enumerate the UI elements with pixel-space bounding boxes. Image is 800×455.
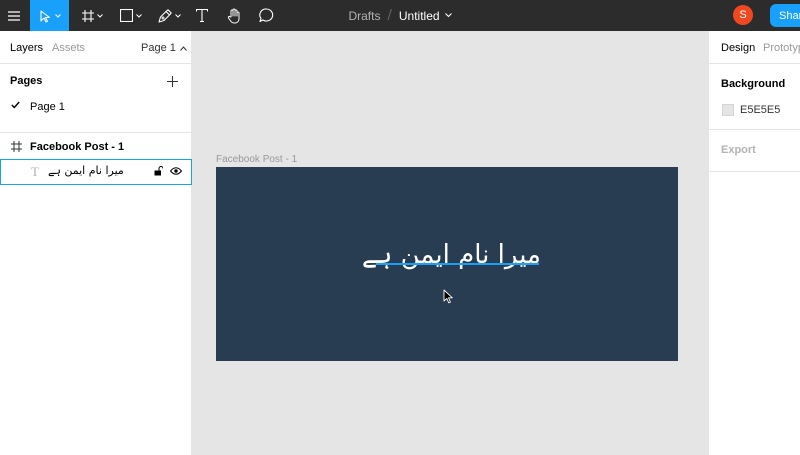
page-selector[interactable]: Page 1 (141, 42, 187, 54)
background-hex-input[interactable]: E5E5E5 (740, 104, 780, 116)
breadcrumb-separator: / (387, 8, 392, 23)
hamburger-icon (8, 10, 20, 21)
drafts-link[interactable]: Drafts (348, 9, 380, 23)
layer-text-label: میرا نام ایمن ہے (48, 164, 124, 177)
tab-design[interactable]: Design (721, 42, 755, 54)
divider (0, 132, 191, 133)
shape-tool-button[interactable] (114, 0, 147, 31)
divider (709, 129, 800, 130)
layer-text[interactable]: T میرا نام ایمن ہے (0, 159, 192, 185)
tab-prototype[interactable]: Prototype (763, 42, 800, 54)
move-tool-button[interactable] (30, 0, 69, 31)
export-header[interactable]: Export (721, 144, 756, 156)
share-button[interactable]: Share (770, 4, 800, 27)
chevron-down-icon (97, 13, 103, 18)
page-item[interactable]: Page 1 (0, 95, 191, 119)
text-tool-button[interactable] (190, 0, 214, 31)
check-icon (11, 101, 20, 109)
add-page-button[interactable] (165, 74, 179, 88)
frame-tool-button[interactable] (77, 0, 108, 31)
text-tool-icon (196, 9, 208, 22)
hand-icon (227, 8, 239, 23)
canvas[interactable]: Facebook Post - 1 میرا نام ایمن ہے (192, 31, 708, 455)
layer-frame[interactable]: Facebook Post - 1 (0, 135, 191, 159)
document-title[interactable]: Untitled (399, 9, 452, 23)
page-item-label: Page 1 (30, 101, 65, 113)
divider (709, 171, 800, 172)
frame-icon (82, 9, 94, 22)
right-panel: Design Prototype Background E5E5E5 Expor… (708, 31, 800, 455)
layer-frame-label: Facebook Post - 1 (30, 141, 125, 153)
left-panel: Layers Assets Page 1 Pages Page 1 Facebo… (0, 31, 192, 455)
left-panel-tabs: Layers Assets Page 1 (0, 31, 192, 64)
chevron-down-icon (55, 13, 61, 18)
chevron-up-icon (179, 45, 187, 51)
text-layer-icon: T (31, 164, 39, 179)
tab-layers[interactable]: Layers (10, 42, 43, 54)
right-panel-tabs: Design Prototype (709, 31, 800, 64)
hand-tool-button[interactable] (221, 0, 247, 31)
document-title-text: Untitled (398, 8, 440, 23)
background-header: Background (721, 78, 786, 90)
main-menu-button[interactable] (0, 0, 28, 31)
facebook-post-frame[interactable]: میرا نام ایمن ہے (216, 167, 678, 361)
page-selector-label: Page 1 (141, 42, 176, 54)
pages-header: Pages (10, 75, 43, 87)
comment-icon (258, 8, 273, 23)
frame-label[interactable]: Facebook Post - 1 (216, 154, 297, 165)
pen-tool-button[interactable] (153, 0, 186, 31)
toolbar: Drafts / Untitled S Share (0, 0, 800, 31)
user-avatar[interactable]: S (733, 5, 753, 25)
plus-icon (166, 75, 178, 87)
unlock-icon[interactable] (154, 166, 163, 176)
move-cursor-icon (40, 9, 51, 23)
tab-assets[interactable]: Assets (52, 42, 85, 54)
chevron-down-icon (444, 13, 452, 18)
frame-icon (11, 141, 22, 152)
pen-icon (158, 8, 172, 23)
text-selection-underline (376, 263, 539, 265)
chevron-down-icon (135, 13, 142, 18)
background-color-swatch[interactable] (722, 104, 734, 116)
chevron-down-icon (175, 13, 181, 18)
rectangle-icon (119, 9, 133, 22)
eye-icon[interactable] (170, 167, 182, 175)
mouse-cursor-icon (443, 289, 453, 304)
comment-tool-button[interactable] (253, 0, 279, 31)
urdu-text-element[interactable]: میرا نام ایمن ہے (362, 235, 541, 275)
